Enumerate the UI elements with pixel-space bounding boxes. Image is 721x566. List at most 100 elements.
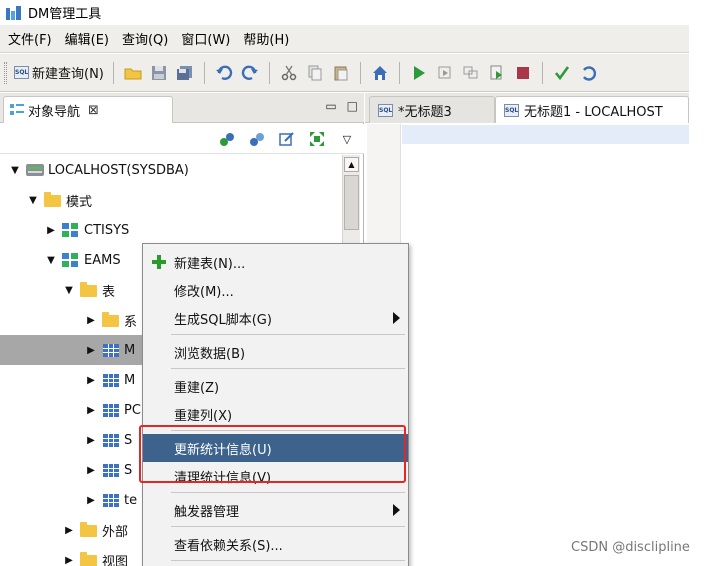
step-icon[interactable]	[434, 62, 456, 84]
new-query-button[interactable]: SQL 新建查询(N)	[11, 61, 107, 85]
context-menu-item-label: 触发器管理	[174, 504, 240, 520]
expand-all-icon[interactable]	[306, 128, 328, 150]
context-menu-item-label: 清理统计信息(V)	[174, 470, 272, 486]
menu-query[interactable]: 查询(Q)	[122, 29, 168, 48]
chevron-right-icon[interactable]: ▶	[84, 405, 98, 416]
menu-help[interactable]: 帮助(H)	[243, 29, 289, 48]
toolbar-handle[interactable]	[4, 61, 7, 84]
tree-node-label: LOCALHOST(SYSDBA)	[48, 162, 189, 178]
editor-current-line[interactable]	[402, 125, 689, 144]
stop-icon[interactable]	[512, 62, 534, 84]
menu-separator	[171, 368, 405, 369]
sql-icon: SQL	[14, 66, 29, 79]
copy-icon[interactable]	[304, 62, 326, 84]
menu-edit[interactable]: 编辑(E)	[65, 29, 109, 48]
commit-icon[interactable]	[551, 62, 573, 84]
paste-icon[interactable]	[330, 62, 352, 84]
tree-node-label: S	[124, 432, 133, 448]
open-icon[interactable]	[122, 62, 144, 84]
chevron-right-icon[interactable]: ▶	[84, 495, 98, 506]
context-menu-item[interactable]: 新建表(N)...	[143, 248, 408, 276]
menu-separator	[171, 492, 405, 493]
chevron-right-icon[interactable]: ▶	[62, 525, 76, 536]
scroll-thumb[interactable]	[344, 175, 359, 230]
close-icon[interactable]: ⊠	[88, 103, 99, 118]
tree-node-label: 视图	[102, 554, 129, 566]
script-run-icon[interactable]	[486, 62, 508, 84]
chevron-right-icon[interactable]: ▶	[44, 225, 58, 236]
editor-tab-label: 无标题1 - LOCALHOST	[524, 104, 663, 120]
tab-untitled-3[interactable]: SQL *无标题3	[369, 96, 495, 123]
minimize-icon[interactable]: ▭	[325, 99, 336, 113]
context-menu-item[interactable]: 触发器管理	[143, 496, 408, 524]
toolbar-separator	[398, 61, 400, 84]
navigator-tools: ▽	[214, 128, 360, 150]
chevron-right-icon[interactable]: ▶	[84, 315, 98, 326]
disconnect-icon[interactable]	[246, 128, 268, 150]
menu-separator	[171, 430, 405, 431]
main-toolbar: SQL 新建查询(N)	[0, 54, 689, 92]
table-icon	[102, 373, 120, 387]
folder-icon	[80, 522, 98, 537]
object-navigator-toolbar: ▽	[0, 124, 364, 154]
editor-tabbar: SQL *无标题3 SQL 无标题1 - LOCALHOST	[365, 93, 689, 123]
chevron-right-icon[interactable]: ▶	[84, 375, 98, 386]
chevron-right-icon[interactable]: ▶	[84, 435, 98, 446]
rollback-icon[interactable]	[577, 62, 599, 84]
schema-icon	[62, 223, 80, 237]
context-menu-item[interactable]: 清理统计信息(V)	[143, 462, 408, 490]
tree-node-label: 系	[124, 314, 138, 330]
menu-window[interactable]: 窗口(W)	[181, 29, 230, 48]
watermark: CSDN @disclipline	[571, 540, 690, 555]
connect-icon[interactable]	[216, 128, 238, 150]
context-menu-item[interactable]: 查看依赖关系(S)...	[143, 530, 408, 558]
tree-node-label: CTISYS	[84, 222, 130, 238]
context-menu-item-label: 生成SQL脚本(G)	[174, 312, 272, 328]
object-navigator-tabbar: 对象导航 ⊠ ▭ □	[0, 93, 364, 123]
toolbar-separator	[268, 61, 270, 84]
scroll-up-icon[interactable]: ▲	[344, 157, 359, 172]
save-icon[interactable]	[148, 62, 170, 84]
table-icon	[102, 463, 120, 477]
tab-object-navigator[interactable]: 对象导航 ⊠	[3, 96, 173, 123]
menu-separator	[171, 334, 405, 335]
chevron-right-icon[interactable]: ▶	[62, 555, 76, 566]
cut-icon[interactable]	[278, 62, 300, 84]
chevron-right-icon[interactable]: ▶	[84, 465, 98, 476]
table-icon	[102, 403, 120, 417]
redo-icon[interactable]	[239, 62, 261, 84]
save-all-icon[interactable]	[174, 62, 196, 84]
sql-icon: SQL	[378, 103, 393, 117]
context-menu-item[interactable]: 重建(Z)	[143, 372, 408, 400]
toolbar-separator	[541, 61, 543, 84]
context-menu-item[interactable]: 修改(M)...	[143, 276, 408, 304]
home-icon[interactable]	[369, 62, 391, 84]
background-area	[689, 25, 721, 566]
tree-node[interactable]: ▼ 模式	[0, 185, 340, 215]
run-icon[interactable]	[408, 62, 430, 84]
tree-node[interactable]: ▼ LOCALHOST(SYSDBA)	[0, 155, 340, 185]
view-menu-icon[interactable]: ▽	[336, 128, 358, 150]
chevron-down-icon[interactable]: ▼	[8, 165, 22, 176]
app-icon	[6, 5, 22, 20]
schema-icon	[62, 253, 80, 267]
context-menu-item[interactable]: 浏览数据(B)	[143, 338, 408, 366]
chevron-down-icon[interactable]: ▼	[62, 285, 76, 296]
context-menu-item[interactable]: 生成SQL脚本(G)	[143, 304, 408, 332]
undo-icon[interactable]	[213, 62, 235, 84]
context-menu-item-label: 重建列(X)	[174, 408, 233, 424]
sql-icon: SQL	[504, 103, 519, 117]
menu-file[interactable]: 文件(F)	[8, 29, 52, 48]
edit-icon[interactable]	[276, 128, 298, 150]
maximize-icon[interactable]: □	[347, 99, 358, 113]
chevron-down-icon[interactable]: ▼	[26, 195, 40, 206]
context-menu-item[interactable]: 重建列(X)	[143, 400, 408, 428]
folder-icon	[80, 552, 98, 566]
explain-icon[interactable]	[460, 62, 482, 84]
toolbar-separator	[203, 61, 205, 84]
tab-untitled-1[interactable]: SQL 无标题1 - LOCALHOST	[495, 96, 689, 123]
context-menu-item[interactable]: 更新统计信息(U)	[143, 434, 408, 462]
chevron-down-icon[interactable]: ▼	[44, 255, 58, 266]
tree-node[interactable]: ▶ CTISYS	[0, 215, 340, 245]
chevron-right-icon[interactable]: ▶	[84, 345, 98, 356]
